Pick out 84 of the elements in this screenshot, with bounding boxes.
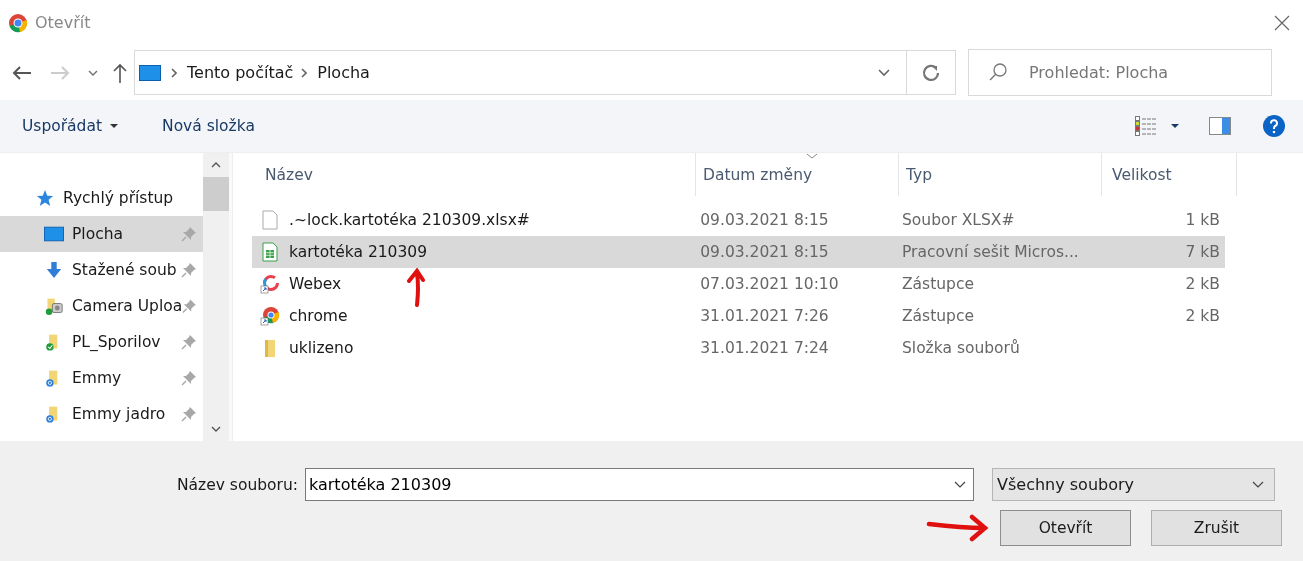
close-icon[interactable] — [1274, 14, 1290, 31]
sort-chevron-icon — [806, 153, 818, 159]
sidebar-item[interactable]: Rychlý přístup — [0, 180, 203, 216]
size-cell: 1 kB — [1185, 211, 1220, 229]
size-cell: 2 kB — [1185, 275, 1220, 293]
chevron-down-icon — [1252, 480, 1264, 489]
file-name: chrome — [289, 307, 348, 325]
caret-icon — [110, 124, 119, 128]
download-arrow-icon — [44, 261, 64, 279]
chevron-down-icon[interactable] — [88, 69, 98, 76]
file-name: uklizeno — [289, 339, 354, 357]
pin-icon[interactable] — [181, 334, 197, 350]
size-cell: 7 kB — [1185, 243, 1220, 261]
file-name-field[interactable]: kartotéka 210309 — [305, 468, 974, 501]
back-arrow-icon[interactable] — [12, 64, 32, 81]
chevron-right-icon — [171, 67, 177, 78]
file-row[interactable]: Webex 07.03.2021 10:10 Zástupce 2 kB — [252, 268, 1225, 300]
pin-icon[interactable] — [181, 370, 197, 386]
file-type-dropdown[interactable]: Všechny soubory — [992, 468, 1275, 501]
annotation-arrow — [926, 512, 990, 542]
pin-icon[interactable] — [181, 262, 197, 278]
cancel-button[interactable]: Zrušit — [1151, 510, 1282, 546]
file-name: Webex — [289, 275, 342, 293]
type-cell-text: Soubor XLSX# — [901, 210, 1016, 231]
type-cell-text: Zástupce — [901, 274, 975, 295]
file-row[interactable]: kartotéka 210309 09.03.2021 8:15 Pracovní sešit Micros... 7 kB — [252, 236, 1225, 268]
chevron-right-icon — [301, 67, 308, 78]
breadcrumb[interactable]: Tento počítač — [187, 63, 294, 82]
refresh-icon — [921, 62, 941, 83]
scrollbar[interactable] — [203, 153, 232, 441]
column-header[interactable]: Typ — [899, 153, 1102, 196]
window-title: Otevřít — [35, 13, 91, 32]
browser-shortcut-icon — [260, 306, 280, 326]
camera-folder-icon — [44, 297, 64, 315]
breadcrumb[interactable]: Plocha — [317, 63, 370, 82]
scroll-up-icon[interactable] — [211, 162, 221, 168]
column-header[interactable]: Velikost — [1102, 153, 1237, 196]
search-icon — [988, 62, 1008, 82]
column-header[interactable]: Název — [258, 153, 696, 196]
desktop-icon — [44, 225, 64, 243]
column-header[interactable]: Datum změny — [696, 153, 899, 196]
pin-icon[interactable] — [182, 298, 197, 314]
chevron-down-icon[interactable] — [954, 481, 966, 489]
file-row[interactable]: .~lock.kartotéka 210309.xlsx# 09.03.2021 8:15 Soubor XLSX# 1 kB — [252, 204, 1225, 236]
type-cell-text: Složka souborů — [901, 338, 1021, 359]
file-name: kartotéka 210309 — [289, 243, 428, 261]
date-cell-text: 07.03.2021 10:10 — [699, 274, 840, 295]
open-button[interactable]: Otevřít — [1000, 510, 1131, 546]
ring-shortcut-icon — [260, 274, 280, 294]
address-bar[interactable]: Tento počítač Plocha — [134, 50, 956, 95]
sidebar-item[interactable]: PL_Sporilov — [0, 324, 203, 360]
view-list-icon[interactable] — [1135, 116, 1157, 136]
date-cell-text: 09.03.2021 8:15 — [699, 242, 830, 263]
sidebar-item[interactable]: Emmy jadro — [0, 396, 203, 432]
type-cell-text: Zástupce — [901, 306, 975, 327]
chevron-down-icon[interactable] — [878, 68, 890, 77]
sidebar-item[interactable]: Stažené soub — [0, 252, 203, 288]
date-cell-text: 31.01.2021 7:24 — [699, 338, 830, 359]
toolbar-button[interactable]: Uspořádat — [12, 111, 129, 141]
toolbar-button[interactable]: Nová složka — [152, 111, 265, 141]
preview-pane-icon[interactable] — [1209, 117, 1231, 135]
up-arrow-icon[interactable] — [112, 62, 128, 83]
sidebar-item[interactable]: Emmy — [0, 360, 203, 396]
date-cell-text: 09.03.2021 8:15 — [699, 210, 830, 231]
type-cell-text: Pracovní sešit Micros... — [901, 242, 1080, 263]
sidebar-item[interactable]: Plocha — [0, 216, 203, 252]
spreadsheet-file-icon — [260, 242, 280, 262]
file-name: .~lock.kartotéka 210309.xlsx# — [289, 211, 530, 229]
pin-icon[interactable] — [181, 406, 197, 422]
file-row[interactable]: chrome 31.01.2021 7:26 Zástupce 2 kB — [252, 300, 1225, 332]
search-field[interactable]: Prohledat: Plocha — [968, 49, 1272, 96]
caret-icon[interactable] — [1171, 124, 1179, 128]
scroll-down-icon[interactable] — [211, 426, 221, 432]
date-cell-text: 31.01.2021 7:26 — [699, 306, 830, 327]
sidebar-item[interactable]: Camera Uploa — [0, 288, 203, 324]
scroll-thumb[interactable] — [203, 177, 229, 211]
star-icon — [35, 189, 55, 207]
blank-file-icon — [260, 210, 280, 230]
help-icon[interactable] — [1263, 115, 1285, 137]
desktop-icon — [139, 64, 161, 81]
file-row[interactable]: uklizeno 31.01.2021 7:24 Složka souborů — [252, 332, 1225, 364]
file-name-label: Název souboru: — [176, 475, 299, 494]
browser-logo-icon — [8, 12, 28, 33]
size-cell: 2 kB — [1185, 307, 1220, 325]
